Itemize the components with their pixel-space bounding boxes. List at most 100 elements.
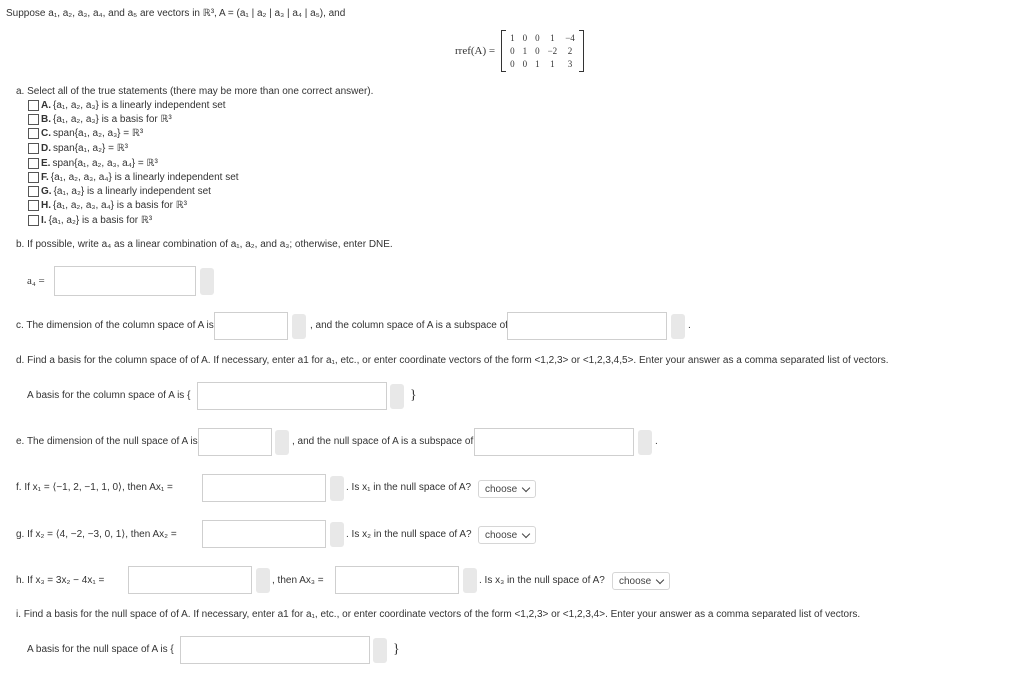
option-letter: E. (41, 158, 51, 169)
part-g-question: . Is x₂ in the null space of A? (346, 529, 472, 540)
part-f-prefix: f. If x₁ = ⟨−1, 2, −1, 1, 0⟩, then Ax₁ = (16, 482, 173, 493)
column-space-basis-preview-button[interactable] (390, 384, 404, 409)
column-basis-label: A basis for the column space of A is { (27, 390, 191, 401)
option-letter: B. (41, 114, 51, 125)
option-d-checkbox[interactable] (28, 143, 39, 154)
x3-input[interactable] (128, 566, 252, 594)
x3-preview-button[interactable] (256, 568, 270, 593)
option-c[interactable]: C. span{a₁, a₂, a₃} = ℝ³ (28, 128, 143, 139)
a4-label: a₄ = (27, 275, 45, 287)
option-d[interactable]: D. span{a₁, a₂} = ℝ³ (28, 143, 128, 154)
matrix-row: 0 1 0 −2 2 (506, 45, 579, 58)
ax3-input[interactable] (335, 566, 459, 594)
option-e-checkbox[interactable] (28, 158, 39, 169)
option-f-checkbox[interactable] (28, 172, 39, 183)
column-space-subspace-preview-button[interactable] (671, 314, 685, 339)
part-i-prompt: i. Find a basis for the null space of of… (16, 609, 861, 620)
option-g-checkbox[interactable] (28, 186, 39, 197)
part-h-middle: , then Ax₃ = (272, 575, 324, 586)
column-space-basis-input[interactable] (197, 382, 387, 410)
option-text: {a₁, a₂, a₃, a₄} is a basis for ℝ³ (53, 200, 187, 211)
matrix-cell: 3 (567, 59, 573, 69)
select-value: choose (485, 483, 518, 495)
a4-answer-input[interactable] (54, 266, 196, 296)
option-text: {a₁, a₂, a₃} is a basis for ℝ³ (53, 114, 172, 125)
ax2-input[interactable] (202, 520, 326, 548)
x2-null-space-select[interactable]: choose (478, 526, 537, 544)
option-f[interactable]: F. {a₁, a₂, a₃, a₄} is a linearly indepe… (28, 172, 239, 183)
part-e-prefix: e. The dimension of the null space of A … (16, 436, 198, 447)
part-e-suffix: . (655, 436, 658, 447)
matrix-cell: 0 (510, 59, 515, 69)
matrix-cell: 0 (535, 33, 540, 43)
chevron-down-icon (522, 529, 531, 538)
option-i-checkbox[interactable] (28, 215, 39, 226)
matrix-cell: 0 (535, 46, 540, 56)
null-space-basis-input[interactable] (180, 636, 370, 664)
column-space-dimension-preview-button[interactable] (292, 314, 306, 339)
matrix-right-bracket (578, 30, 584, 72)
part-h-question: . Is x₃ in the null space of A? (479, 575, 605, 586)
null-space-subspace-preview-button[interactable] (638, 430, 652, 455)
option-letter: G. (41, 186, 52, 197)
option-text: {a₁, a₂} is a linearly independent set (53, 186, 211, 197)
null-space-basis-preview-button[interactable] (373, 638, 387, 663)
ax3-preview-button[interactable] (463, 568, 477, 593)
a4-answer-preview-button[interactable] (200, 268, 214, 295)
problem-intro: Suppose a₁, a₂, a₃, a₄, and a₅ are vecto… (6, 8, 346, 19)
part-g-prefix: g. If x₂ = ⟨4, −2, −3, 0, 1⟩, then Ax₂ = (16, 529, 177, 540)
column-space-dimension-input[interactable] (214, 312, 288, 340)
part-c-suffix: . (688, 320, 691, 331)
chevron-down-icon (522, 483, 531, 492)
matrix-row: 1 0 0 1 −4 (506, 32, 579, 45)
option-c-checkbox[interactable] (28, 128, 39, 139)
rref-label: rref(A) = (455, 45, 496, 57)
option-h[interactable]: H. {a₁, a₂, a₃, a₄} is a basis for ℝ³ (28, 200, 187, 211)
part-c-middle: , and the column space of A is a subspac… (310, 320, 508, 331)
option-letter: D. (41, 143, 51, 154)
part-f-question: . Is x₁ in the null space of A? (346, 482, 472, 493)
matrix-cell: 1 (535, 59, 540, 69)
matrix-cell: 1 (510, 33, 515, 43)
option-letter: A. (41, 100, 51, 111)
select-value: choose (619, 575, 652, 587)
part-c-prefix: c. The dimension of the column space of … (16, 320, 214, 331)
option-text: span{a₁, a₂} = ℝ³ (53, 143, 128, 154)
x1-null-space-select[interactable]: choose (478, 480, 537, 498)
option-text: {a₁, a₂, a₃} is a linearly independent s… (53, 100, 226, 111)
ax2-preview-button[interactable] (330, 522, 344, 547)
matrix-cell: 0 (522, 59, 528, 69)
null-space-subspace-input[interactable] (474, 428, 634, 456)
option-i[interactable]: I. {a₁, a₂} is a basis for ℝ³ (28, 215, 152, 226)
column-space-subspace-input[interactable] (507, 312, 667, 340)
part-b-prompt: b. If possible, write a₄ as a linear com… (16, 239, 393, 250)
rref-table: 1 0 0 1 −4 0 1 0 −2 2 0 0 1 1 3 (506, 32, 579, 71)
null-basis-close-brace: } (393, 642, 400, 657)
matrix-cell: −4 (565, 33, 575, 43)
matrix-cell: 0 (510, 46, 515, 56)
option-text: {a₁, a₂, a₃, a₄} is a linearly independe… (50, 172, 239, 183)
option-e[interactable]: E. span{a₁, a₂, a₃, a₄} = ℝ³ (28, 158, 158, 169)
select-value: choose (485, 529, 518, 541)
column-basis-close-brace: } (410, 388, 417, 403)
chevron-down-icon (656, 575, 665, 584)
ax1-input[interactable] (202, 474, 326, 502)
option-b[interactable]: B. {a₁, a₂, a₃} is a basis for ℝ³ (28, 114, 172, 125)
part-e-middle: , and the null space of A is a subspace … (292, 436, 474, 447)
option-a-checkbox[interactable] (28, 100, 39, 111)
null-space-dimension-preview-button[interactable] (275, 430, 289, 455)
matrix-row: 0 0 1 1 3 (506, 58, 579, 71)
option-h-checkbox[interactable] (28, 200, 39, 211)
matrix-cell: 1 (550, 33, 555, 43)
option-b-checkbox[interactable] (28, 114, 39, 125)
option-a[interactable]: A. {a₁, a₂, a₃} is a linearly independen… (28, 100, 226, 111)
x3-null-space-select[interactable]: choose (612, 572, 671, 590)
ax1-preview-button[interactable] (330, 476, 344, 501)
matrix-cell: 1 (550, 59, 555, 69)
matrix-cell: 2 (567, 46, 573, 56)
option-letter: H. (41, 200, 51, 211)
option-g[interactable]: G. {a₁, a₂} is a linearly independent se… (28, 186, 211, 197)
matrix-cell: 1 (522, 46, 528, 56)
part-d-prompt: d. Find a basis for the column space of … (16, 355, 889, 366)
null-space-dimension-input[interactable] (198, 428, 272, 456)
